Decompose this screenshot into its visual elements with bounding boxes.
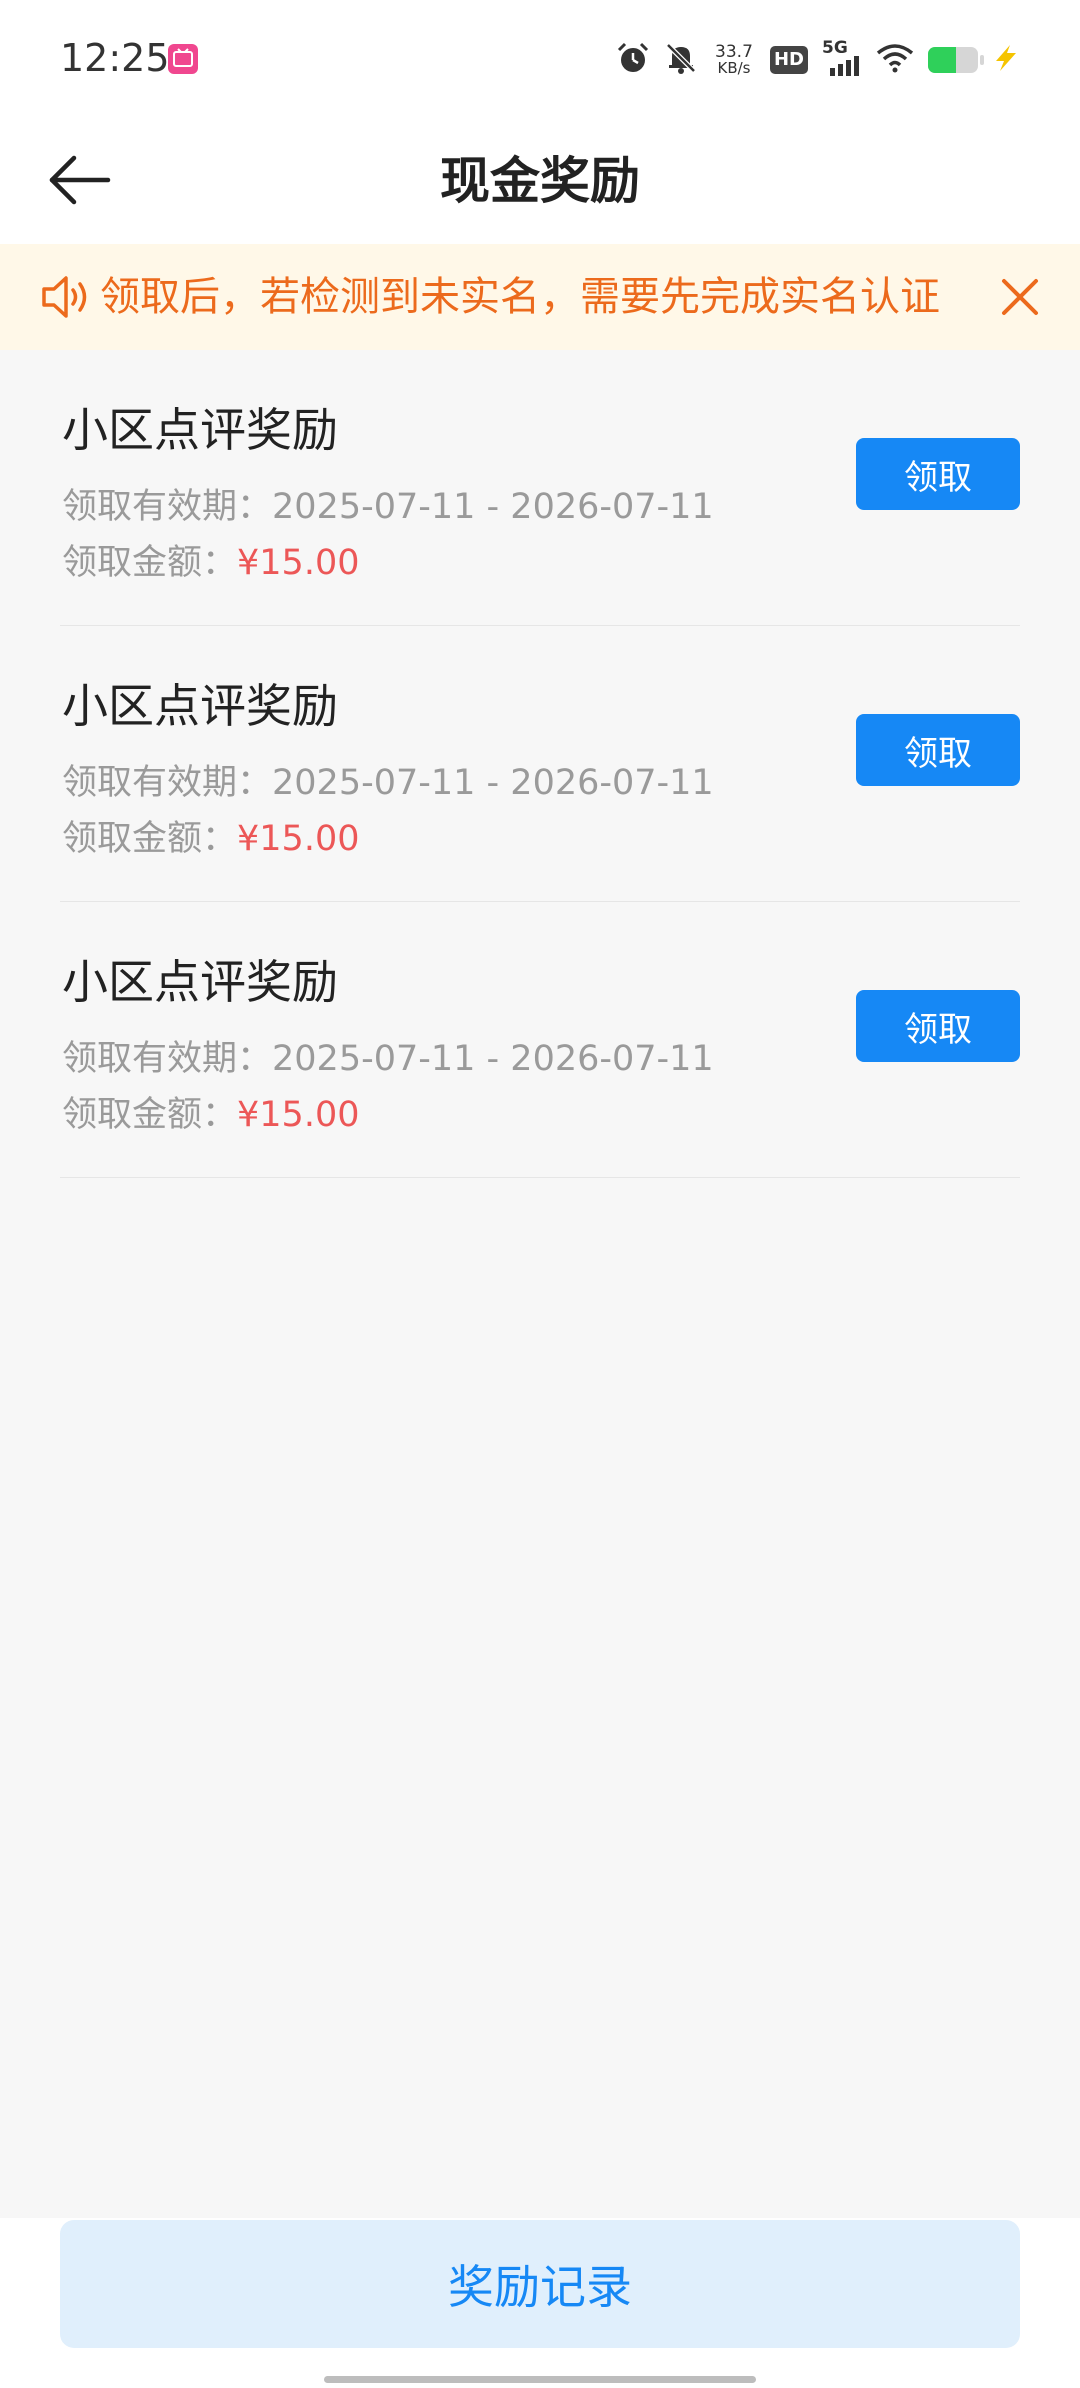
reward-list: 小区点评奖励 领取有效期：2025-07-11 - 2026-07-11 领取金… [60, 350, 1020, 1178]
reward-amount-label: 领取金额： [62, 1095, 238, 1135]
reward-period-label: 领取有效期： [62, 763, 273, 803]
reward-period: 领取有效期：2025-07-11 - 2026-07-11 [62, 1030, 714, 1081]
back-button[interactable] [40, 140, 120, 220]
claim-button[interactable]: 领取 [856, 990, 1020, 1062]
claim-button[interactable]: 领取 [856, 438, 1020, 510]
reward-amount: ¥15.00 [237, 543, 360, 583]
speaker-icon [40, 273, 92, 321]
arrow-left-icon [49, 155, 111, 205]
cellular-signal-icon: 5G [822, 38, 862, 78]
reward-period-value: 2025-07-11 - 2026-07-11 [272, 487, 714, 527]
status-icons: 33.7 KB/s HD 5G [616, 38, 1020, 82]
battery-icon [928, 47, 984, 73]
reward-amount: ¥15.00 [237, 1095, 360, 1135]
reward-item: 小区点评奖励 领取有效期：2025-07-11 - 2026-07-11 领取金… [60, 350, 1020, 626]
wifi-icon [876, 43, 914, 77]
net-speed: 33.7 KB/s [712, 42, 756, 77]
notice-text: 领取后，若检测到未实名，需要先完成实名认证 [100, 274, 940, 320]
reward-amount-row: 领取金额：¥15.00 [62, 534, 359, 585]
reward-period: 领取有效期：2025-07-11 - 2026-07-11 [62, 754, 714, 805]
status-time: 12:25 [60, 36, 170, 80]
title-bar: 现金奖励 [0, 118, 1080, 244]
app-notification-icon [168, 44, 198, 74]
reward-title: 小区点评奖励 [62, 679, 338, 733]
alarm-icon [616, 41, 650, 79]
notice-marquee: 领取后，若检测到未实名，需要先完成实名认证 [100, 244, 945, 350]
reward-amount-label: 领取金额： [62, 543, 238, 583]
hd-badge: HD [769, 46, 808, 74]
reward-amount-label: 领取金额： [62, 819, 238, 859]
network-type-label: 5G [822, 38, 848, 58]
net-speed-unit: KB/s [717, 59, 751, 77]
notice-bar: 领取后，若检测到未实名，需要先完成实名认证 [0, 244, 1080, 350]
mute-bell-icon [664, 41, 698, 79]
reward-item: 小区点评奖励 领取有效期：2025-07-11 - 2026-07-11 领取金… [60, 626, 1020, 902]
reward-amount-row: 领取金额：¥15.00 [62, 1086, 359, 1137]
page-title: 现金奖励 [440, 152, 640, 210]
net-speed-value: 33.7 [715, 42, 753, 62]
reward-item: 小区点评奖励 领取有效期：2025-07-11 - 2026-07-11 领取金… [60, 902, 1020, 1178]
home-indicator[interactable] [324, 2376, 756, 2383]
reward-title: 小区点评奖励 [62, 403, 338, 457]
notice-close-button[interactable] [990, 267, 1050, 327]
reward-amount-row: 领取金额：¥15.00 [62, 810, 359, 861]
reward-period-value: 2025-07-11 - 2026-07-11 [272, 1039, 714, 1079]
charging-icon [992, 43, 1020, 77]
close-icon [1002, 279, 1038, 315]
reward-title: 小区点评奖励 [62, 955, 338, 1009]
reward-records-button[interactable]: 奖励记录 [60, 2220, 1020, 2348]
status-bar: 12:25 33.7 KB/s HD 5G [0, 0, 1080, 118]
reward-period-label: 领取有效期： [62, 487, 273, 527]
reward-amount: ¥15.00 [237, 819, 360, 859]
reward-period: 领取有效期：2025-07-11 - 2026-07-11 [62, 478, 714, 529]
reward-period-label: 领取有效期： [62, 1039, 273, 1079]
reward-period-value: 2025-07-11 - 2026-07-11 [272, 763, 714, 803]
claim-button[interactable]: 领取 [856, 714, 1020, 786]
